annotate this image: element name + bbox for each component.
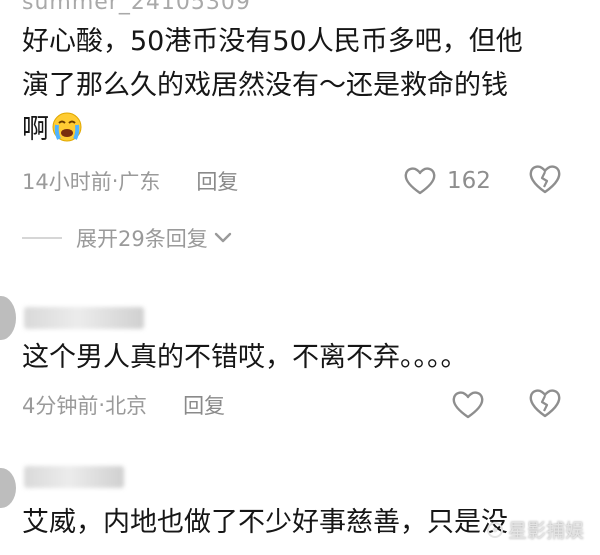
comment-text-line: 啊	[22, 110, 83, 150]
heart-outline-icon	[452, 391, 484, 419]
comment-time: 14小时前	[22, 170, 112, 194]
comment-location: 北京	[105, 394, 148, 418]
like-button[interactable]	[451, 387, 485, 423]
comment-meta: 4分钟前 · 北京 回复	[22, 389, 225, 421]
heart-outline-icon	[404, 167, 436, 195]
username-redacted	[24, 466, 124, 488]
comment-text-line: 这个男人真的不错哎，不离不弃。。。。	[22, 342, 468, 373]
comment-text-line: 好心酸，50港币没有50人民币多吧，但他	[22, 26, 523, 57]
expand-replies-button[interactable]: 展开29条回复	[22, 223, 232, 253]
watermark-text: 星影捕娱	[507, 520, 584, 542]
comment-location: 广东	[118, 170, 161, 194]
expand-replies-label: 展开29条回复	[76, 227, 208, 251]
meta-separator: ·	[111, 169, 119, 193]
comment-meta: 14小时前 · 广东 回复	[22, 165, 238, 197]
like-button[interactable]: 162	[403, 163, 491, 199]
meta-separator: ·	[98, 393, 106, 417]
username-redacted	[24, 307, 144, 329]
broken-heart-icon	[529, 389, 561, 418]
comment-text-segment: 啊	[22, 114, 49, 145]
reply-button[interactable]: 回复	[196, 166, 238, 196]
watermark-logo-icon	[486, 521, 503, 538]
avatar[interactable]	[0, 468, 16, 508]
comment-username[interactable]: summer_24105309	[22, 0, 251, 15]
dislike-button[interactable]	[528, 163, 562, 197]
comment-text-line: 演了那么久的戏居然没有～还是救命的钱	[22, 70, 508, 101]
like-count: 162	[447, 168, 491, 194]
dislike-button[interactable]	[528, 387, 562, 421]
broken-heart-icon	[529, 165, 561, 194]
comment-text-line: 艾威，内地也做了不少好事慈善，只是没	[22, 507, 508, 538]
divider-line	[22, 237, 62, 239]
chevron-down-icon	[214, 232, 231, 243]
watermark: 星影捕娱	[486, 516, 584, 543]
crying-face-emoji	[51, 111, 83, 143]
reply-button[interactable]: 回复	[183, 390, 225, 420]
comment-time: 4分钟前	[22, 394, 99, 418]
avatar[interactable]	[0, 296, 16, 340]
